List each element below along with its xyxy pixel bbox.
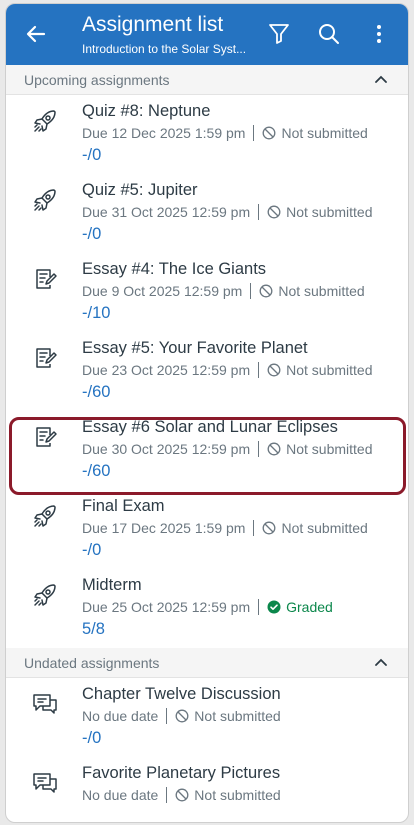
- divider: [258, 441, 260, 457]
- assignment-meta: No due date Not submitted: [82, 708, 281, 724]
- not-submitted-icon: [259, 284, 273, 298]
- list-item[interactable]: Final Exam Due 17 Dec 2025 1:59 pm Not s…: [6, 490, 408, 569]
- assignment-name: Midterm: [82, 576, 142, 594]
- due-date: Due 25 Oct 2025 12:59 pm: [82, 599, 251, 615]
- assignment-name: Quiz #8: Neptune: [82, 102, 211, 120]
- assignment-list-screen: Assignment list Introduction to the Sola…: [5, 3, 409, 823]
- section-title: Undated assignments: [24, 655, 160, 671]
- rocket-icon: [34, 505, 56, 527]
- list-item[interactable]: Essay #5: Your Favorite Planet Due 23 Oc…: [6, 332, 408, 411]
- list-item[interactable]: Favorite Planetary Pictures No due date …: [6, 757, 408, 822]
- rocket-icon: [34, 584, 56, 606]
- section-header-undated[interactable]: Undated assignments: [6, 648, 408, 678]
- assignment-name: Essay #6 Solar and Lunar Eclipses: [82, 418, 338, 436]
- not-submitted-icon: [267, 205, 281, 219]
- submission-status: Not submitted: [281, 125, 368, 141]
- score: -/0: [82, 729, 102, 747]
- divider: [258, 599, 260, 615]
- page-title: Assignment list: [82, 13, 224, 36]
- submission-status: Graded: [286, 599, 333, 615]
- not-submitted-icon: [175, 709, 189, 723]
- assignment-icon: [36, 269, 57, 289]
- back-arrow-icon[interactable]: [24, 22, 48, 46]
- divider: [258, 362, 260, 378]
- graded-check-icon: [267, 600, 281, 614]
- course-subtitle: Introduction to the Solar Syst...: [82, 42, 247, 56]
- search-icon[interactable]: [317, 22, 341, 46]
- list-item[interactable]: Midterm Due 25 Oct 2025 12:59 pm Graded …: [6, 569, 408, 648]
- due-date: Due 12 Dec 2025 1:59 pm: [82, 125, 246, 141]
- assignment-meta: No due date Not submitted: [82, 787, 281, 803]
- not-submitted-icon: [267, 363, 281, 377]
- due-date: Due 23 Oct 2025 12:59 pm: [82, 362, 251, 378]
- discussion-icon: [33, 694, 57, 714]
- not-submitted-icon: [263, 126, 276, 140]
- chevron-up-icon[interactable]: [374, 74, 388, 84]
- rocket-icon: [34, 110, 56, 132]
- section-header-upcoming[interactable]: Upcoming assignments: [6, 65, 408, 95]
- score: -/60: [82, 383, 111, 401]
- filter-icon[interactable]: [267, 22, 291, 46]
- divider: [166, 708, 168, 724]
- score: -/0: [82, 146, 102, 164]
- submission-status: Not submitted: [286, 204, 373, 220]
- divider: [258, 204, 260, 220]
- assignment-icon: [36, 348, 57, 368]
- discussion-icon: [33, 773, 57, 793]
- assignment-name: Essay #4: The Ice Giants: [82, 260, 267, 278]
- not-submitted-icon: [263, 521, 276, 535]
- rocket-icon: [34, 189, 56, 211]
- due-date: No due date: [82, 708, 159, 724]
- submission-status: Not submitted: [194, 787, 281, 803]
- score: 5/8: [82, 620, 105, 638]
- list-item[interactable]: Essay #4: The Ice Giants Due 9 Oct 2025 …: [6, 253, 408, 332]
- submission-status: Not submitted: [286, 441, 373, 457]
- assignment-meta: Due 30 Oct 2025 12:59 pm Not submitted: [82, 441, 372, 457]
- due-date: Due 9 Oct 2025 12:59 pm: [82, 283, 243, 299]
- divider: [166, 787, 168, 803]
- due-date: Due 30 Oct 2025 12:59 pm: [82, 441, 251, 457]
- more-vertical-icon[interactable]: [367, 22, 391, 46]
- assignment-meta: Due 23 Oct 2025 12:59 pm Not submitted: [82, 362, 372, 378]
- score: -/10: [82, 304, 111, 322]
- app-bar-titles: Assignment list Introduction to the Sola…: [82, 13, 262, 57]
- assignment-meta: Due 17 Dec 2025 1:59 pm Not submitted: [82, 520, 368, 536]
- divider: [253, 520, 255, 536]
- assignment-name: Quiz #5: Jupiter: [82, 181, 198, 199]
- due-date: Due 17 Dec 2025 1:59 pm: [82, 520, 246, 536]
- list-item[interactable]: Quiz #8: Neptune Due 12 Dec 2025 1:59 pm…: [6, 95, 408, 174]
- list-item[interactable]: Essay #6 Solar and Lunar Eclipses Due 30…: [6, 411, 408, 490]
- submission-status: Not submitted: [194, 708, 281, 724]
- assignment-icon: [36, 427, 57, 447]
- assignment-meta: Due 25 Oct 2025 12:59 pm Graded: [82, 599, 333, 615]
- list-item[interactable]: Quiz #5: Jupiter Due 31 Oct 2025 12:59 p…: [6, 174, 408, 253]
- assignment-meta: Due 12 Dec 2025 1:59 pm Not submitted: [82, 125, 368, 141]
- section-title: Upcoming assignments: [24, 72, 170, 88]
- assignment-name: Essay #5: Your Favorite Planet: [82, 339, 308, 357]
- submission-status: Not submitted: [278, 283, 365, 299]
- assignment-meta: Due 9 Oct 2025 12:59 pm Not submitted: [82, 283, 365, 299]
- submission-status: Not submitted: [281, 520, 368, 536]
- divider: [250, 283, 252, 299]
- divider: [253, 125, 255, 141]
- app-bar: Assignment list Introduction to the Sola…: [6, 4, 408, 65]
- due-date: No due date: [82, 787, 159, 803]
- due-date: Due 31 Oct 2025 12:59 pm: [82, 204, 251, 220]
- submission-status: Not submitted: [286, 362, 373, 378]
- not-submitted-icon: [175, 788, 189, 802]
- list-item[interactable]: Chapter Twelve Discussion No due date No…: [6, 678, 408, 757]
- assignment-name: Final Exam: [82, 497, 165, 515]
- assignment-name: Chapter Twelve Discussion: [82, 685, 281, 703]
- assignment-name: Favorite Planetary Pictures: [82, 764, 281, 782]
- score: -/0: [82, 541, 102, 559]
- score: -/0: [82, 225, 102, 243]
- assignment-meta: Due 31 Oct 2025 12:59 pm Not submitted: [82, 204, 372, 220]
- score: -/60: [82, 462, 111, 480]
- not-submitted-icon: [267, 442, 281, 456]
- chevron-up-icon[interactable]: [374, 657, 388, 667]
